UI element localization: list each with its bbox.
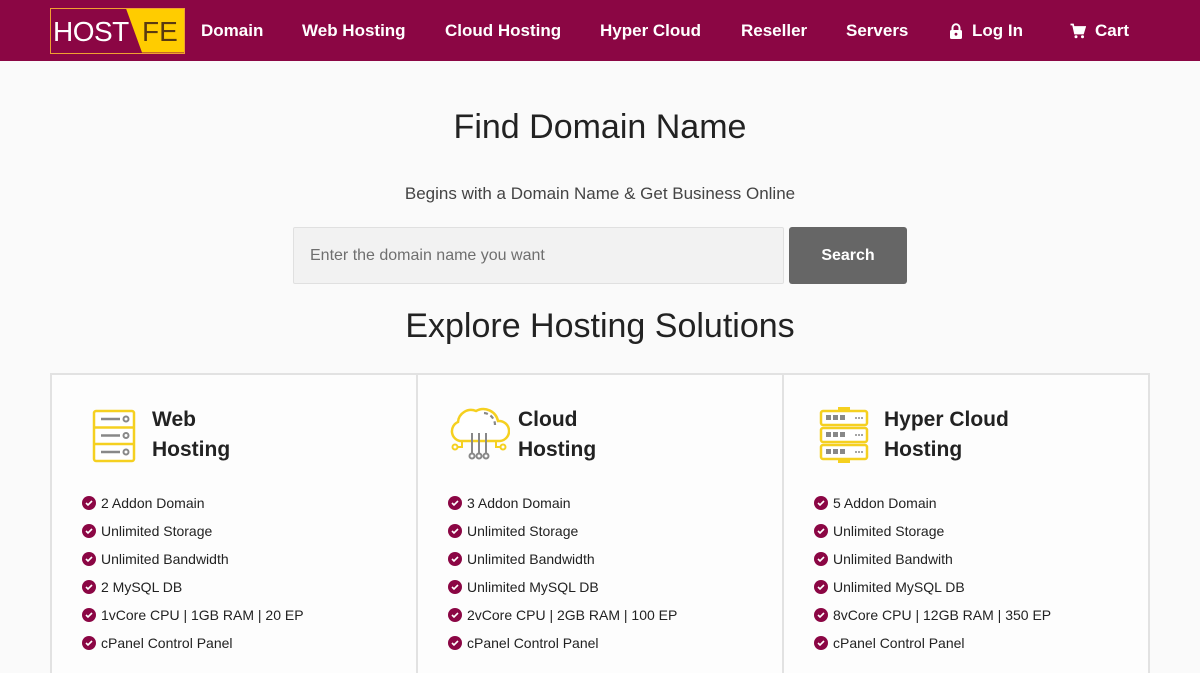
check-circle-icon [814,496,828,510]
feature-text: Unlimited MySQL DB [833,579,965,595]
search-button[interactable]: Search [789,227,907,284]
nav-item-hyper-cloud[interactable]: Hyper Cloud [600,0,701,61]
check-circle-icon [82,496,96,510]
check-circle-icon [814,608,828,622]
card-title-line2: Hosting [884,438,963,461]
top-navbar: HOST FE Domain Web Hosting Cloud Hosting… [0,0,1200,61]
feature-text: Unlimited Storage [833,523,945,539]
check-circle-icon [814,580,828,594]
nav-item-cloud-hosting[interactable]: Cloud Hosting [445,0,561,61]
check-circle-icon [82,608,96,622]
cart-icon [1070,23,1086,38]
hosting-card-web[interactable]: Web Hosting 2 Addon Domain Unlimited Sto… [52,375,418,673]
nav-item-cart[interactable]: Cart [1070,0,1129,61]
feature-item: cPanel Control Panel [448,629,677,657]
feature-text: 2vCore CPU | 2GB RAM | 100 EP [467,607,678,623]
check-circle-icon [82,580,96,594]
check-circle-icon [82,524,96,538]
feature-item: Unlimited Storage [448,517,677,545]
nav-item-reseller[interactable]: Reseller [741,0,807,61]
feature-text: Unlimited Storage [101,523,213,539]
check-circle-icon [814,636,828,650]
feature-text: cPanel Control Panel [833,635,965,651]
page-subtitle: Begins with a Domain Name & Get Business… [404,184,796,203]
feature-item: 1vCore CPU | 1GB RAM | 20 EP [82,601,304,629]
feature-item: 3 Addon Domain [448,489,677,517]
feature-item: 5 Addon Domain [814,489,1051,517]
server-rack-icon [819,407,869,463]
feature-item: 2vCore CPU | 2GB RAM | 100 EP [448,601,677,629]
feature-text: Unlimited Storage [467,523,579,539]
feature-item: Unlimited Bandwidth [82,545,304,573]
feature-text: Unlimited Bandwidth [467,551,595,567]
feature-list: 5 Addon Domain Unlimited Storage Unlimit… [814,489,1051,657]
check-circle-icon [82,552,96,566]
feature-text: 5 Addon Domain [833,495,937,511]
feature-text: Unlimited Bandwidth [101,551,229,567]
card-title-line2: Hosting [518,438,597,461]
nav-item-web-hosting[interactable]: Web Hosting [302,0,406,61]
login-label: Log In [972,20,1023,40]
feature-item: Unlimited Storage [82,517,304,545]
feature-text: 1vCore CPU | 1GB RAM | 20 EP [101,607,304,623]
server-stack-icon [92,409,136,463]
check-circle-icon [814,552,828,566]
card-title-line1: Cloud [518,408,578,431]
feature-item: cPanel Control Panel [82,629,304,657]
feature-text: 8vCore CPU | 12GB RAM | 350 EP [833,607,1052,623]
feature-text: 2 Addon Domain [101,495,205,511]
logo-text-host: HOST [53,15,129,47]
logo-text-fe: FE [142,15,178,47]
lock-icon [950,22,962,39]
hosting-card-hyper-cloud[interactable]: Hyper Cloud Hosting 5 Addon Domain Unlim… [784,375,1148,673]
check-circle-icon [448,636,462,650]
feature-item: Unlimited Storage [814,517,1051,545]
feature-item: Unlimited Bandwidth [448,545,677,573]
feature-item: cPanel Control Panel [814,629,1051,657]
feature-text: cPanel Control Panel [467,635,599,651]
domain-search-input[interactable] [293,227,784,284]
check-circle-icon [448,552,462,566]
cart-label: Cart [1095,20,1130,40]
check-circle-icon [82,636,96,650]
card-title: Hyper Cloud Hosting [884,405,1009,465]
cloud-network-icon [450,407,510,460]
hosting-card-cloud[interactable]: Cloud Hosting 3 Addon Domain Unlimited S… [418,375,784,673]
hosting-cards: Web Hosting 2 Addon Domain Unlimited Sto… [50,373,1150,673]
card-title: Web Hosting [152,405,230,465]
feature-text: Unlimited MySQL DB [467,579,599,595]
feature-text: 3 Addon Domain [467,495,571,511]
card-title-line1: Hyper Cloud [884,408,1009,431]
check-circle-icon [448,580,462,594]
check-circle-icon [814,524,828,538]
card-title-line2: Hosting [152,438,231,461]
nav-item-servers[interactable]: Servers [846,0,908,61]
section-title-explore: Explore Hosting Solutions [405,307,795,345]
feature-list: 3 Addon Domain Unlimited Storage Unlimit… [448,489,677,657]
feature-list: 2 Addon Domain Unlimited Storage Unlimit… [82,489,304,657]
logo[interactable]: HOST FE [50,7,185,54]
card-title: Cloud Hosting [518,405,596,465]
feature-item: 2 MySQL DB [82,573,304,601]
feature-item: Unlimited MySQL DB [814,573,1051,601]
feature-item: Unlimited MySQL DB [448,573,677,601]
check-circle-icon [448,524,462,538]
feature-item: 8vCore CPU | 12GB RAM | 350 EP [814,601,1051,629]
nav-item-domain[interactable]: Domain [201,0,263,61]
feature-item: Unlimited Bandwith [814,545,1051,573]
check-circle-icon [448,496,462,510]
feature-item: 2 Addon Domain [82,489,304,517]
page-title: Find Domain Name [453,108,747,146]
feature-text: 2 MySQL DB [101,579,183,595]
feature-text: cPanel Control Panel [101,635,233,651]
check-circle-icon [448,608,462,622]
nav-item-login[interactable]: Log In [949,0,1023,61]
card-title-line1: Web [152,408,196,431]
feature-text: Unlimited Bandwith [833,551,953,567]
